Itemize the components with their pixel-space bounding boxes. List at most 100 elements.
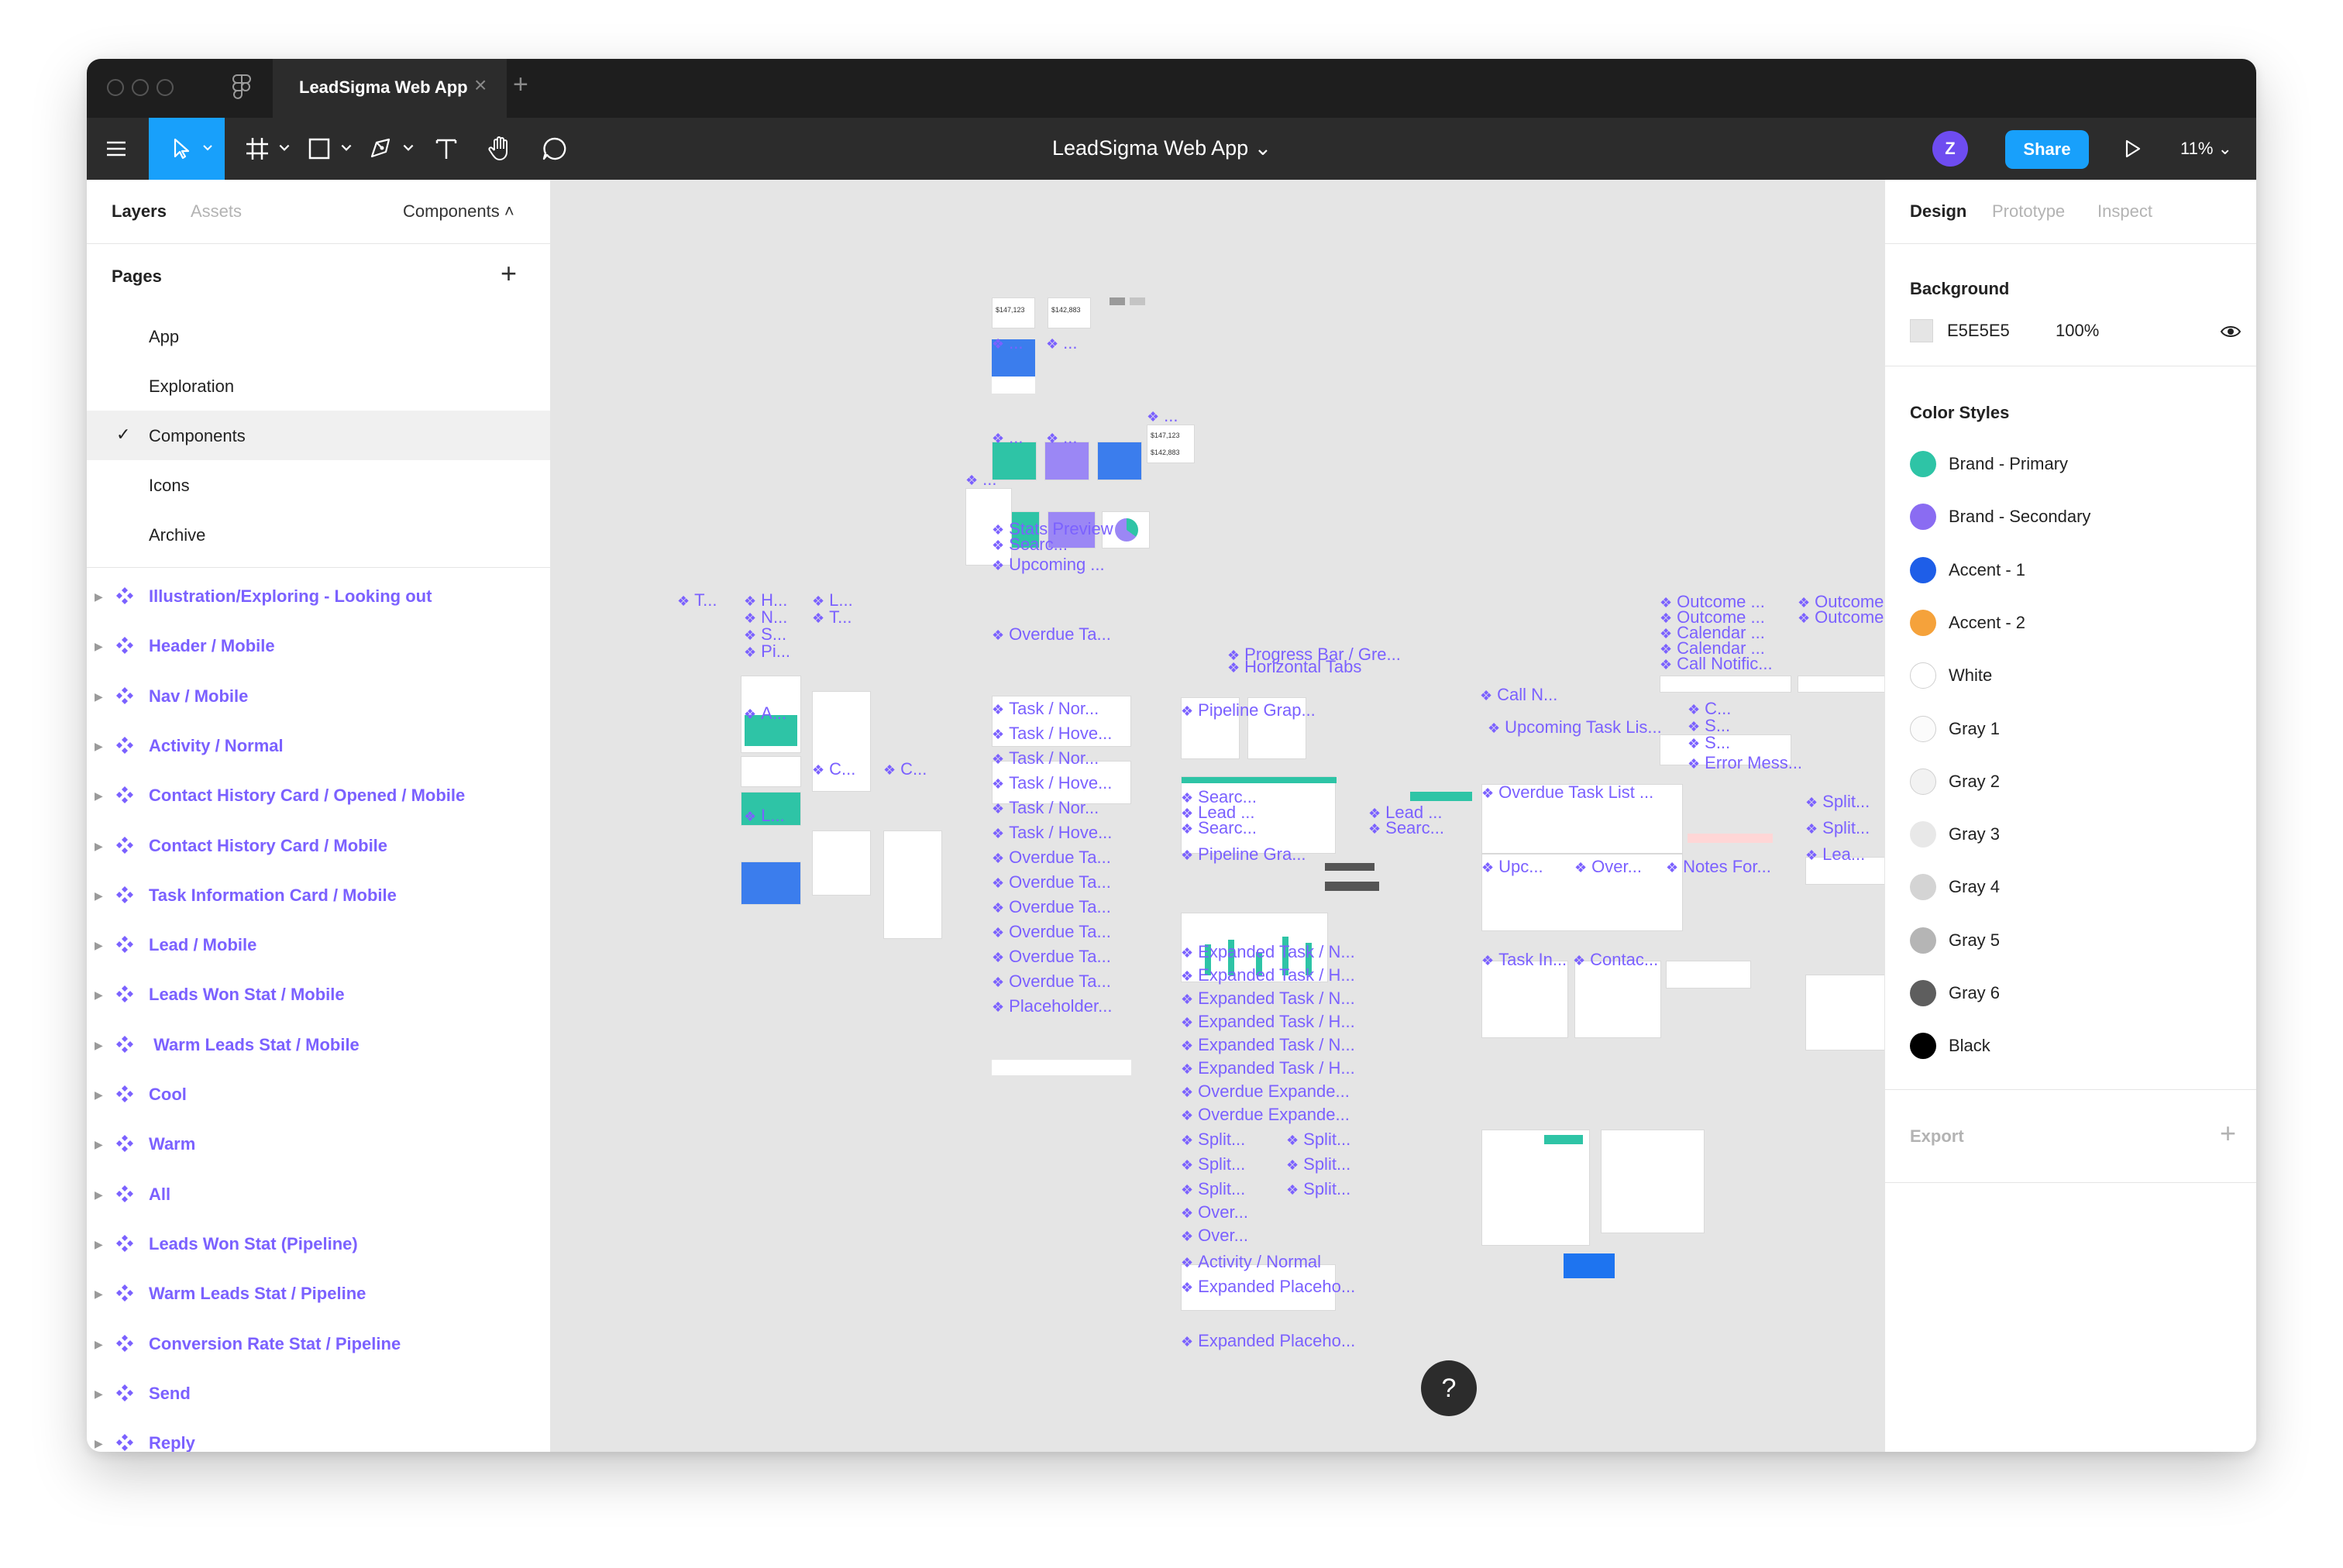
canvas-component-label[interactable]: Overdue Ta... (992, 848, 1111, 868)
canvas-component-label[interactable]: Expanded Task / N... (1181, 942, 1355, 962)
canvas-component-label[interactable]: Upcoming ... (992, 555, 1105, 575)
share-button[interactable]: Share (2005, 130, 2089, 169)
canvas-component-label[interactable]: Pipeline Gra... (1181, 844, 1306, 865)
page-dropdown[interactable]: Components ˄ (403, 201, 514, 222)
layer-row[interactable]: ▶ Warm (87, 1119, 550, 1169)
canvas-component-label[interactable]: ... (1147, 406, 1178, 426)
color-style-row[interactable]: Accent - 1 (1885, 546, 2256, 593)
layer-row[interactable]: ▶ Warm Leads Stat / Pipeline (87, 1269, 550, 1319)
expand-arrow-icon[interactable]: ▶ (95, 640, 103, 653)
color-style-row[interactable]: Black (1885, 1022, 2256, 1068)
canvas-component-label[interactable]: Call N... (1480, 685, 1557, 705)
canvas-component-label[interactable]: Overdue Ta... (992, 897, 1111, 917)
background-opacity-input[interactable]: 100% (2056, 321, 2099, 341)
expand-arrow-icon[interactable]: ▶ (95, 1039, 103, 1052)
expand-arrow-icon[interactable]: ▶ (95, 740, 103, 753)
tab-assets[interactable]: Assets (191, 201, 242, 222)
canvas-component-label[interactable]: Over... (1574, 857, 1642, 877)
error-message-frame[interactable] (1688, 834, 1773, 843)
canvas-component-label[interactable]: ... (992, 333, 1023, 353)
new-tab-icon[interactable]: + (513, 70, 528, 100)
expand-arrow-icon[interactable]: ▶ (95, 889, 103, 903)
expand-arrow-icon[interactable]: ▶ (95, 1387, 103, 1401)
canvas-component-label[interactable]: Split... (1286, 1154, 1350, 1174)
layer-row[interactable]: ▶ Lead / Mobile (87, 920, 550, 970)
page-item[interactable]: ✓ Components (87, 411, 550, 460)
small-button-frame[interactable] (1130, 297, 1145, 305)
page-item[interactable]: App (87, 311, 550, 361)
canvas-component-label[interactable]: Overdue Ta... (992, 922, 1111, 942)
text-tool-icon[interactable] (431, 133, 462, 164)
canvas-component-label[interactable]: Pipeline Grap... (1181, 700, 1316, 720)
comment-tool-icon[interactable] (539, 133, 570, 164)
expand-arrow-icon[interactable]: ▶ (95, 1138, 103, 1151)
canvas-component-label[interactable]: Activity / Normal (1181, 1252, 1321, 1272)
mobile-stat-frame[interactable] (741, 756, 801, 787)
lead-frame[interactable] (1805, 975, 1884, 1050)
background-hex-input[interactable]: E5E5E5 (1947, 321, 2010, 341)
layer-row[interactable]: ▶ Conversion Rate Stat / Pipeline (87, 1319, 550, 1369)
color-style-row[interactable]: Gray 2 (1885, 758, 2256, 804)
small-button-frame[interactable] (1110, 297, 1125, 305)
expand-arrow-icon[interactable]: ▶ (95, 1338, 103, 1351)
canvas-component-label[interactable]: Split... (1181, 1130, 1245, 1150)
color-style-row[interactable]: Accent - 2 (1885, 599, 2256, 645)
stat-card-blue[interactable] (1097, 442, 1142, 480)
canvas-component-label[interactable]: Task / Hove... (992, 773, 1112, 793)
color-style-row[interactable]: Brand - Secondary (1885, 493, 2256, 539)
canvas-component-label[interactable]: Notes For... (1666, 857, 1771, 877)
canvas-component-label[interactable]: Overdue Expande... (1181, 1081, 1350, 1102)
expand-arrow-icon[interactable]: ▶ (95, 1188, 103, 1202)
canvas-component-label[interactable]: T... (812, 607, 852, 628)
canvas-component-label[interactable]: C... (812, 759, 855, 779)
layer-row[interactable]: ▶ Leads Won Stat (Pipeline) (87, 1219, 550, 1269)
layer-row[interactable]: ▶ Leads Won Stat / Mobile (87, 970, 550, 1020)
hand-tool-icon[interactable] (485, 133, 516, 164)
color-style-row[interactable]: Gray 4 (1885, 863, 2256, 910)
zoom-level-dropdown[interactable]: 11% ⌄ (2180, 139, 2232, 159)
tab-design[interactable]: Design (1910, 201, 1966, 222)
canvas-component-label[interactable]: Lea... (1805, 844, 1865, 865)
document-title[interactable]: LeadSigma Web App ⌄ (1052, 136, 1271, 160)
chevron-down-icon[interactable] (339, 141, 353, 155)
layer-row[interactable]: ▶ Contact History Card / Opened / Mobile (87, 771, 550, 820)
canvas-component-label[interactable]: Expanded Task / H... (1181, 1012, 1355, 1032)
stat-card-frame[interactable]: $147,123 (992, 297, 1035, 328)
stat-card-frame[interactable]: $147,123 $142,883 (1147, 425, 1195, 463)
canvas-component-label[interactable]: ... (965, 469, 996, 490)
canvas-component-label[interactable]: Error Mess... (1688, 753, 1802, 773)
rectangle-tool-icon[interactable] (304, 133, 335, 164)
canvas-component-label[interactable]: Expanded Task / N... (1181, 1035, 1355, 1055)
canvas-component-label[interactable]: C... (883, 759, 927, 779)
main-menu-icon[interactable] (101, 133, 132, 164)
color-style-row[interactable]: Gray 3 (1885, 810, 2256, 857)
layer-row[interactable]: ▶ Task Information Card / Mobile (87, 871, 550, 920)
contact-history-frame[interactable] (812, 830, 871, 896)
contact-history-opened-frame[interactable] (883, 830, 942, 939)
page-item[interactable]: Icons (87, 460, 550, 510)
canvas-component-label[interactable]: A... (744, 703, 786, 724)
canvas-component-label[interactable]: Overdue Task List ... (1481, 782, 1653, 803)
canvas-component-label[interactable]: L... (744, 806, 785, 826)
layer-row[interactable]: ▶ Send (87, 1369, 550, 1418)
upcoming-card-frame[interactable] (1481, 961, 1568, 1038)
file-tab[interactable]: LeadSigma Web App × (273, 59, 507, 118)
canvas-component-label[interactable]: Task / Hove... (992, 724, 1112, 744)
layer-row[interactable]: ▶ Warm Leads Stat / Mobile (87, 1020, 550, 1070)
expand-arrow-icon[interactable]: ▶ (95, 1088, 103, 1102)
canvas-component-label[interactable]: Expanded Task / H... (1181, 1058, 1355, 1078)
layer-row[interactable]: ▶ Illustration/Exploring - Looking out (87, 572, 550, 621)
canvas-component-label[interactable]: Overdue Expande... (1181, 1105, 1350, 1125)
present-play-icon[interactable] (2117, 133, 2148, 164)
expand-arrow-icon[interactable]: ▶ (95, 1437, 103, 1450)
background-swatch[interactable] (1910, 319, 1933, 342)
notes-frame[interactable] (1666, 961, 1751, 989)
canvas-component-label[interactable]: Call Notific... (1660, 654, 1772, 674)
canvas-component-label[interactable]: Over... (1181, 1202, 1248, 1222)
canvas-component-label[interactable]: ... (1046, 333, 1077, 353)
canvas-component-label[interactable]: Overdue Ta... (992, 624, 1111, 645)
canvas-component-label[interactable]: Split... (1286, 1130, 1350, 1150)
canvas-component-label[interactable]: Overdue Ta... (992, 872, 1111, 892)
help-button[interactable]: ? (1421, 1360, 1477, 1416)
canvas-component-label[interactable]: Horizontal Tabs (1227, 657, 1361, 677)
